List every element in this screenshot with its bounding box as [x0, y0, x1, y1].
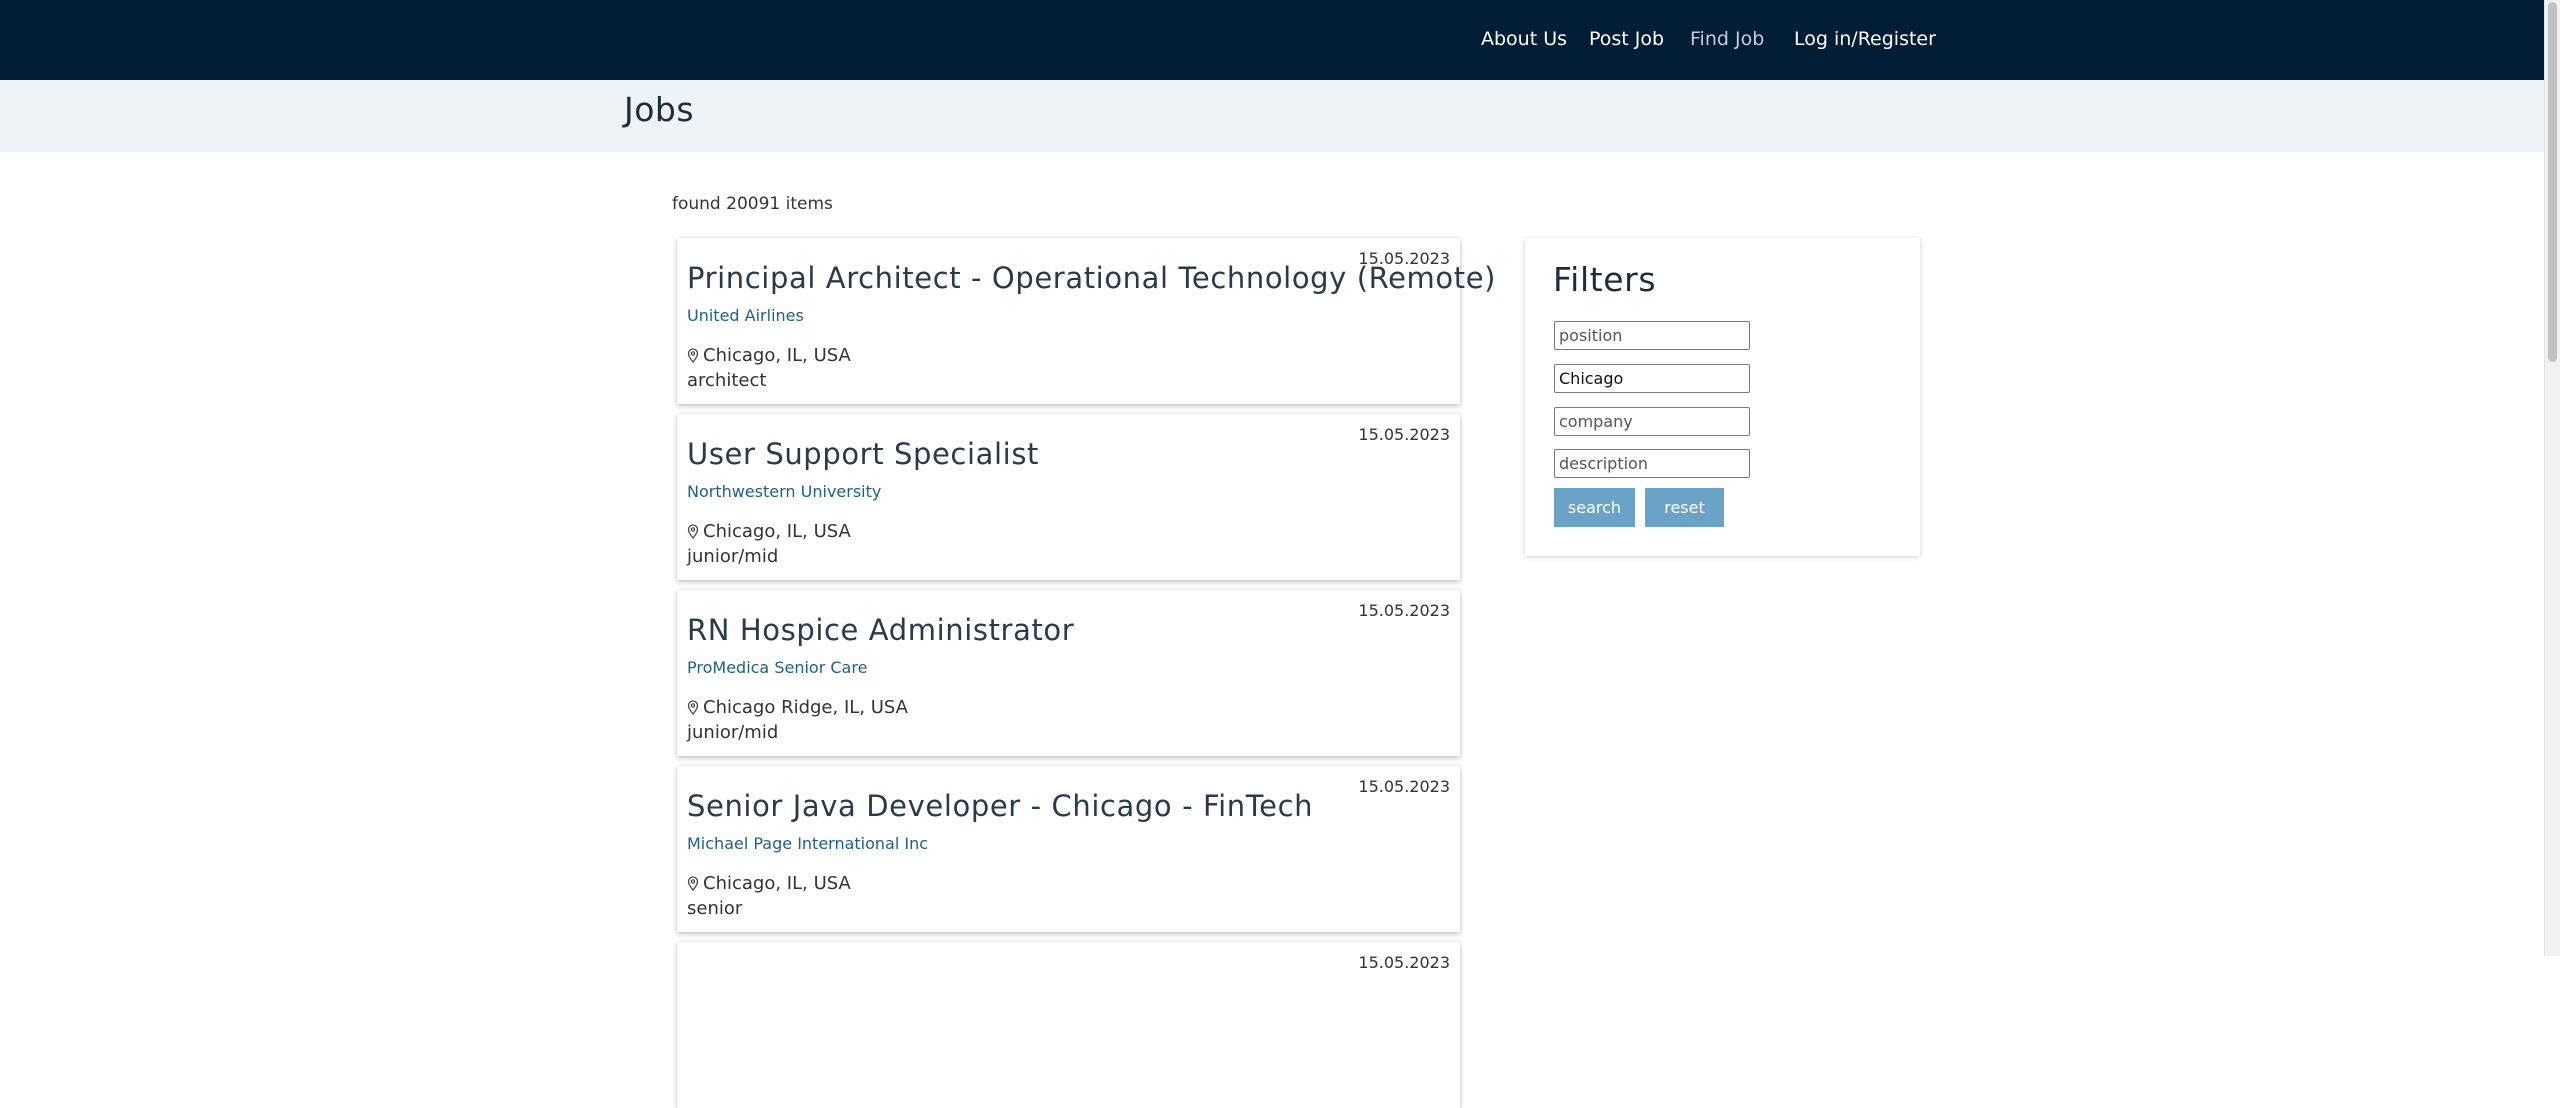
- job-card[interactable]: 15.05.2023 Senior Java Developer - Chica…: [677, 766, 1460, 932]
- job-company-link[interactable]: ProMedica Senior Care: [687, 658, 867, 677]
- map-pin-icon: [687, 876, 699, 891]
- job-company-link[interactable]: United Airlines: [687, 306, 804, 325]
- top-navbar: About Us Post Job Find Job Log in/Regist…: [0, 0, 2545, 80]
- job-location: Chicago, IL, USA: [687, 345, 851, 366]
- job-location-text: Chicago, IL, USA: [703, 873, 851, 894]
- nav-login-register[interactable]: Log in/Register: [1794, 28, 1936, 50]
- job-location-text: Chicago, IL, USA: [703, 345, 851, 366]
- page-header: Jobs: [0, 80, 2545, 152]
- filters-panel: Filters search reset: [1525, 238, 1920, 556]
- map-pin-icon: [687, 348, 699, 363]
- filters-title: Filters: [1553, 260, 1657, 299]
- job-location: Chicago, IL, USA: [687, 873, 851, 894]
- job-date: 15.05.2023: [1358, 425, 1450, 444]
- job-title[interactable]: Principal Architect - Operational Techno…: [687, 261, 1496, 295]
- position-input[interactable]: [1554, 321, 1750, 350]
- location-input[interactable]: [1554, 364, 1750, 393]
- job-company-link[interactable]: Northwestern University: [687, 482, 881, 501]
- company-input[interactable]: [1554, 407, 1750, 436]
- job-title[interactable]: User Support Specialist: [687, 437, 1039, 471]
- job-company-link[interactable]: Michael Page International Inc: [687, 834, 928, 853]
- page-scrollbar[interactable]: [2544, 0, 2560, 956]
- results-count: found 20091 items: [672, 194, 833, 214]
- job-title[interactable]: Senior Java Developer - Chicago - FinTec…: [687, 789, 1313, 823]
- job-card[interactable]: 15.05.2023 RN Hospice Administrator ProM…: [677, 590, 1460, 756]
- job-title[interactable]: RN Hospice Administrator: [687, 613, 1074, 647]
- job-location-text: Chicago Ridge, IL, USA: [703, 697, 908, 718]
- search-button[interactable]: search: [1554, 488, 1635, 527]
- job-location: Chicago, IL, USA: [687, 521, 851, 542]
- map-pin-icon: [687, 524, 699, 539]
- scrollbar-thumb[interactable]: [2548, 2, 2557, 362]
- job-level: senior: [687, 898, 743, 919]
- job-card[interactable]: 15.05.2023 Principal Architect - Operati…: [677, 238, 1495, 404]
- page-title: Jobs: [624, 90, 695, 129]
- description-input[interactable]: [1554, 449, 1750, 478]
- job-level: junior/mid: [687, 722, 779, 743]
- job-date: 15.05.2023: [1358, 777, 1450, 796]
- map-pin-icon: [687, 700, 699, 715]
- job-location-text: Chicago, IL, USA: [703, 521, 851, 542]
- nav-find-job[interactable]: Find Job: [1690, 28, 1764, 50]
- job-card[interactable]: 15.05.2023 User Support Specialist North…: [677, 414, 1460, 580]
- reset-button[interactable]: reset: [1645, 488, 1724, 527]
- nav-about-us[interactable]: About Us: [1481, 28, 1567, 50]
- job-date: 15.05.2023: [1358, 601, 1450, 620]
- job-card[interactable]: 15.05.2023: [677, 942, 1460, 1108]
- job-level: architect: [687, 370, 767, 391]
- job-level: junior/mid: [687, 546, 779, 567]
- job-location: Chicago Ridge, IL, USA: [687, 697, 908, 718]
- nav-post-job[interactable]: Post Job: [1589, 28, 1664, 50]
